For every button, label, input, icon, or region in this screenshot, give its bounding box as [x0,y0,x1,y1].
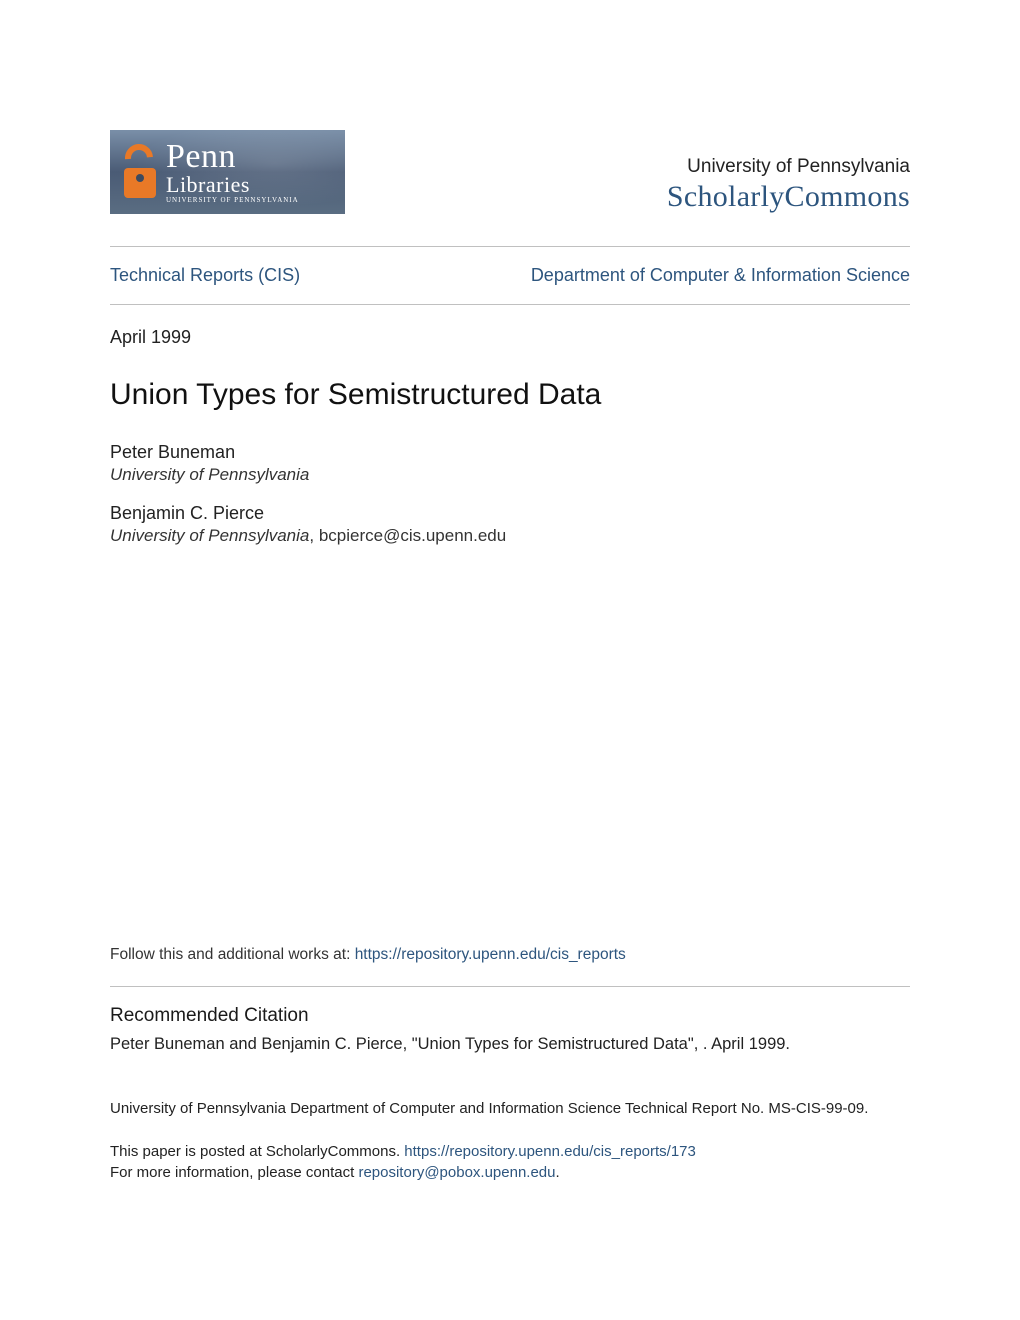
follow-works-line: Follow this and additional works at: htt… [110,946,910,964]
paper-title: Union Types for Semistructured Data [110,378,910,412]
affiliation-text: University of Pennsylvania [110,465,309,484]
divider [110,986,910,987]
author-block: Benjamin C. Pierce University of Pennsyl… [110,503,910,546]
footer-posted-link[interactable]: https://repository.upenn.edu/cis_reports… [404,1143,696,1160]
affiliation-text: University of Pennsylvania [110,526,309,545]
follow-link[interactable]: https://repository.upenn.edu/cis_reports [355,946,626,963]
spacer [110,564,910,946]
header-right: University of Pennsylvania ScholarlyComm… [667,156,910,214]
logo-line-1: Penn [166,139,299,175]
tech-report-note: University of Pennsylvania Department of… [110,1100,910,1117]
author-name: Benjamin C. Pierce [110,503,910,524]
footer-contact: For more information, please contact rep… [110,1162,910,1183]
publication-date: April 1999 [110,327,910,348]
logo-text: Penn Libraries University of Pennsylvani… [166,139,299,204]
footer-info-prefix: For more information, please contact [110,1164,358,1181]
footer-posted-prefix: This paper is posted at ScholarlyCommons… [110,1143,404,1160]
author-email: bcpierce@cis.upenn.edu [319,526,506,545]
repository-name-link[interactable]: ScholarlyCommons [667,180,910,213]
logo-line-2: Libraries [166,173,299,196]
university-name: University of Pennsylvania [667,156,910,178]
penn-libraries-logo: Penn Libraries University of Pennsylvani… [110,130,345,214]
footer-contact-email[interactable]: repository@pobox.upenn.edu [358,1164,555,1181]
author-name: Peter Buneman [110,442,910,463]
department-link[interactable]: Department of Computer & Information Sci… [531,265,910,286]
footer-posted: This paper is posted at ScholarlyCommons… [110,1141,910,1162]
header: Penn Libraries University of Pennsylvani… [110,130,910,214]
author-affiliation: University of Pennsylvania, bcpierce@cis… [110,526,910,546]
citation-text: Peter Buneman and Benjamin C. Pierce, "U… [110,1033,910,1055]
author-block: Peter Buneman University of Pennsylvania [110,442,910,485]
logo-subline: University of Pennsylvania [166,197,299,204]
author-affiliation: University of Pennsylvania [110,465,910,485]
open-access-icon [122,144,158,200]
footer-period: . [555,1164,559,1181]
divider [110,304,910,305]
collection-link[interactable]: Technical Reports (CIS) [110,265,300,286]
follow-prefix: Follow this and additional works at: [110,946,355,963]
citation-heading: Recommended Citation [110,1005,910,1027]
author-email-sep: , [309,526,318,545]
breadcrumb-nav: Technical Reports (CIS) Department of Co… [110,247,910,304]
